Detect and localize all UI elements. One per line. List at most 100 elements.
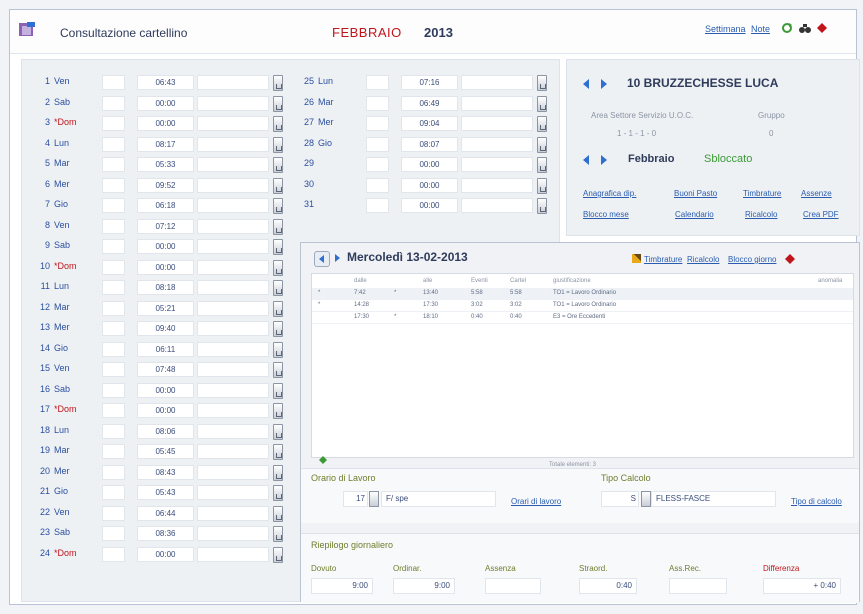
day-hours-field[interactable]: 00:00	[137, 382, 194, 398]
day-note-field[interactable]	[197, 136, 269, 152]
day-detail-button[interactable]	[273, 218, 283, 235]
day-code-field[interactable]	[366, 95, 389, 111]
day-row[interactable]: 22 Ven 06:44	[32, 505, 287, 522]
day-hours-field[interactable]: 07:48	[137, 362, 194, 377]
day-detail-button[interactable]	[273, 403, 283, 419]
day-code-field[interactable]	[366, 157, 389, 172]
day-note-field[interactable]	[197, 505, 269, 521]
day-code-field[interactable]	[102, 444, 125, 459]
close-red-icon[interactable]	[785, 254, 795, 264]
month-lock-link[interactable]: Blocco mese	[583, 210, 629, 219]
day-hours-field[interactable]: 00:00	[401, 177, 458, 193]
day-code-field[interactable]	[366, 177, 389, 193]
day-note-field[interactable]	[461, 75, 533, 90]
day-row[interactable]: 13 Mer 09:40	[32, 320, 287, 337]
next-month-arrow-icon[interactable]	[601, 155, 607, 165]
day-hours-field[interactable]: 00:00	[137, 116, 194, 131]
prev-day-button[interactable]	[314, 251, 330, 267]
day-code-field[interactable]	[102, 157, 125, 172]
day-code-field[interactable]	[102, 300, 125, 316]
day-row[interactable]: 30 00:00	[296, 177, 551, 194]
day-hours-field[interactable]: 08:43	[137, 464, 194, 480]
meal-vouchers-link[interactable]: Buoni Pasto	[674, 189, 717, 198]
day-hours-field[interactable]: 06:44	[137, 505, 194, 521]
work-schedule-desc-field[interactable]: F/ spe	[381, 491, 496, 507]
refresh-icon[interactable]	[781, 22, 793, 34]
day-row[interactable]: 29 00:00	[296, 156, 551, 173]
calc-type-field[interactable]: FLESS-FASCE	[651, 491, 776, 507]
day-code-field[interactable]	[102, 198, 125, 213]
day-code-field[interactable]	[102, 136, 125, 152]
day-note-field[interactable]	[461, 95, 533, 111]
day-note-field[interactable]	[197, 341, 269, 357]
day-row[interactable]: 18 Lun 08:06	[32, 423, 287, 440]
day-hours-field[interactable]: 06:11	[137, 341, 194, 357]
day-code-field[interactable]	[102, 239, 125, 254]
table-row[interactable]: 17:30 * 18:10 0:40 0:40 E3 = Ore Eccedenti	[312, 312, 853, 324]
day-hours-field[interactable]: 05:33	[137, 157, 194, 172]
day-note-field[interactable]	[461, 198, 533, 213]
day-detail-button[interactable]	[273, 423, 283, 440]
day-note-field[interactable]	[197, 177, 269, 193]
day-hours-field[interactable]: 09:52	[137, 177, 194, 193]
day-note-field[interactable]	[197, 546, 269, 562]
day-hours-field[interactable]: 08:36	[137, 526, 194, 541]
day-row[interactable]: 10 *Dom 00:00	[32, 259, 287, 276]
create-pdf-link[interactable]: Crea PDF	[803, 210, 839, 219]
day-code-field[interactable]	[366, 198, 389, 213]
day-note-field[interactable]	[197, 95, 269, 111]
day-note-field[interactable]	[197, 444, 269, 459]
recalc-link[interactable]: Ricalcolo	[745, 210, 777, 219]
day-hours-field[interactable]: 00:00	[137, 403, 194, 418]
calc-type-link[interactable]: Tipo di calcolo	[791, 497, 842, 506]
summary-value-field[interactable]: 9:00	[311, 578, 373, 594]
day-note-field[interactable]	[197, 259, 269, 275]
day-detail-button[interactable]	[273, 95, 283, 112]
table-row[interactable]: * 7:42 * 13:40 5:58 5:58 TO1 = Lavoro Ordinari…	[312, 288, 853, 300]
day-detail-button[interactable]	[273, 321, 283, 337]
day-code-field[interactable]	[102, 485, 125, 500]
employee-record-link[interactable]: Anagrafica dip.	[583, 189, 636, 198]
table-row[interactable]: * 14:28 17:30 3:02 3:02 TO1 = Lavoro Ordinari…	[312, 300, 853, 312]
day-note-field[interactable]	[197, 116, 269, 131]
day-detail-button[interactable]	[537, 198, 547, 214]
day-row[interactable]: 23 Sab 08:36	[32, 525, 287, 542]
day-code-field[interactable]	[102, 526, 125, 541]
stamps-link[interactable]: Timbrature	[743, 189, 781, 198]
day-row[interactable]: 28 Gio 08:07	[296, 136, 551, 153]
summary-value-field[interactable]: 0:40	[579, 578, 637, 594]
day-hours-field[interactable]: 05:45	[137, 444, 194, 459]
week-link[interactable]: Settimana	[705, 24, 746, 34]
day-row[interactable]: 12 Mar 05:21	[32, 300, 287, 317]
summary-value-field[interactable]	[669, 578, 727, 594]
day-detail-button[interactable]	[273, 177, 283, 194]
day-note-field[interactable]	[461, 157, 533, 172]
day-code-field[interactable]	[102, 75, 125, 90]
day-row[interactable]: 31 00:00	[296, 197, 551, 214]
day-row[interactable]: 9 Sab 00:00	[32, 238, 287, 255]
day-detail-button[interactable]	[273, 116, 283, 132]
day-hours-field[interactable]: 00:00	[137, 239, 194, 254]
day-code-field[interactable]	[102, 382, 125, 398]
day-code-field[interactable]	[366, 116, 389, 131]
day-code-field[interactable]	[102, 95, 125, 111]
day-row[interactable]: 8 Ven 07:12	[32, 218, 287, 235]
day-note-field[interactable]	[461, 116, 533, 131]
day-hours-field[interactable]: 08:07	[401, 136, 458, 152]
day-note-field[interactable]	[197, 157, 269, 172]
day-row[interactable]: 21 Gio 05:43	[32, 484, 287, 501]
day-hours-field[interactable]: 00:00	[401, 157, 458, 172]
prev-month-arrow-icon[interactable]	[583, 155, 589, 165]
day-hours-field[interactable]: 08:18	[137, 280, 194, 295]
day-detail-button[interactable]	[273, 485, 283, 501]
day-code-field[interactable]	[366, 75, 389, 90]
day-hours-field[interactable]: 07:16	[401, 75, 458, 90]
day-detail-button[interactable]	[273, 259, 283, 276]
day-detail-button[interactable]	[537, 157, 547, 173]
day-note-field[interactable]	[197, 362, 269, 377]
absences-link[interactable]: Assenze	[801, 189, 832, 198]
day-row[interactable]: 4 Lun 08:17	[32, 136, 287, 153]
day-row[interactable]: 16 Sab 00:00	[32, 382, 287, 399]
day-row[interactable]: 19 Mar 05:45	[32, 443, 287, 460]
day-row[interactable]: 15 Ven 07:48	[32, 361, 287, 378]
